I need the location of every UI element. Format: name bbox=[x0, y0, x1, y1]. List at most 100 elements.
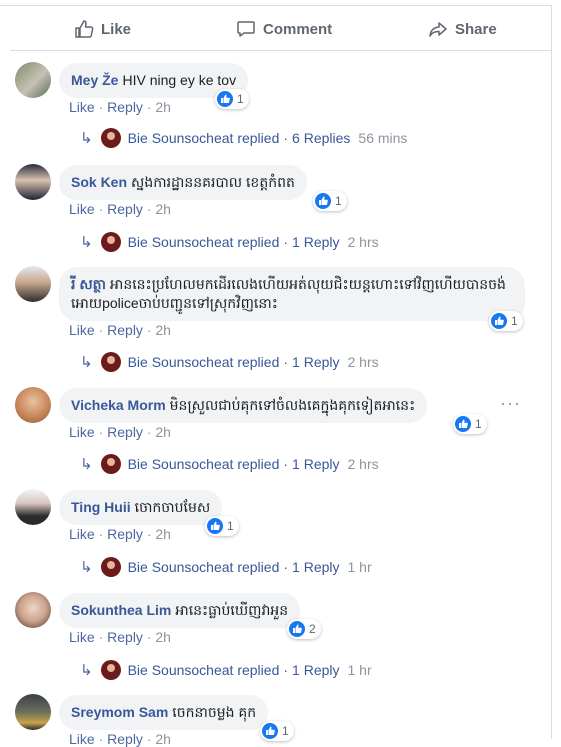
reply-count: 1 Reply bbox=[292, 456, 340, 472]
more-options-icon[interactable]: ··· bbox=[500, 393, 521, 414]
comment-author[interactable]: Vicheka Morm bbox=[71, 397, 166, 413]
avatar[interactable] bbox=[15, 694, 51, 730]
replier-avatar bbox=[100, 454, 121, 474]
avatar[interactable] bbox=[15, 62, 51, 98]
view-replies-link[interactable]: ↳ Bie Sounsocheat replied · 6 Replies 56… bbox=[80, 128, 407, 148]
avatar[interactable] bbox=[15, 266, 51, 302]
comment-meta: Like · Reply · 2h bbox=[69, 99, 171, 115]
comment-label: Comment bbox=[263, 20, 333, 38]
reaction-count[interactable]: 1 bbox=[260, 721, 294, 741]
comment-author[interactable]: Sokunthea Lim bbox=[71, 602, 171, 618]
view-replies-link[interactable]: ↳ Bie Sounsocheat replied · 1 Reply 2 hr… bbox=[80, 352, 379, 372]
comment-author[interactable]: រី សត្ថា bbox=[71, 276, 106, 292]
comment-author[interactable]: Sok Ken bbox=[71, 174, 127, 190]
reply-time: 56 mins bbox=[358, 130, 408, 146]
share-arrow-icon bbox=[429, 22, 447, 37]
comment-author[interactable]: Ting Huii bbox=[71, 499, 131, 515]
comment-text: HIV ning ey ke tov bbox=[122, 72, 237, 88]
reaction-count[interactable]: 1 bbox=[215, 89, 249, 109]
comment-text: អានេះធ្លាប់ឃើញវាអួន bbox=[175, 602, 289, 618]
reaction-count[interactable]: 1 bbox=[205, 516, 239, 536]
reaction-count[interactable]: 1 bbox=[489, 311, 523, 331]
avatar[interactable] bbox=[15, 592, 51, 628]
comment-author[interactable]: Sreymom Sam bbox=[71, 704, 168, 720]
reply-arrow-icon: ↳ bbox=[80, 456, 93, 473]
reply-arrow-icon: ↳ bbox=[80, 559, 93, 576]
like-reaction-icon bbox=[207, 518, 223, 534]
comments-panel: Like Comment Share Mey Že HIV ning ey ke … bbox=[0, 0, 561, 747]
comment-like-link[interactable]: Like bbox=[69, 322, 95, 338]
reply-time: 1 hr bbox=[347, 662, 372, 678]
comment-bubble: Sok Ken ស្នងការដ្ឋាននគរបាល ខេត្តកំពត bbox=[59, 165, 307, 200]
comment-bubble: Sreymom Sam ចេកនាចម្លង គុក bbox=[59, 695, 269, 730]
reply-count: 6 Replies bbox=[292, 130, 351, 146]
avatar[interactable] bbox=[15, 164, 51, 200]
like-reaction-icon bbox=[491, 313, 507, 329]
reply-time: 2 hrs bbox=[347, 234, 379, 250]
like-reaction-icon bbox=[217, 91, 233, 107]
comment-reply-link[interactable]: Reply bbox=[107, 424, 143, 440]
view-replies-link[interactable]: ↳ Bie Sounsocheat replied · 1 Reply 1 hr bbox=[80, 557, 372, 577]
like-button[interactable]: Like bbox=[74, 16, 131, 42]
like-reaction-icon bbox=[289, 621, 305, 637]
replier-name: Bie Sounsocheat replied bbox=[127, 559, 280, 575]
reply-count: 1 Reply bbox=[292, 662, 340, 678]
view-replies-link[interactable]: ↳ Bie Sounsocheat replied · 1 Reply 1 hr bbox=[80, 660, 372, 680]
like-reaction-icon bbox=[262, 723, 278, 739]
comment-text: ចេកនាចម្លង គុក bbox=[172, 704, 257, 720]
replier-avatar bbox=[100, 128, 121, 148]
comment-time: 2h bbox=[155, 731, 171, 747]
comment-bubble: Ting Huii ចោកចាបមែស bbox=[59, 490, 223, 525]
comment-author[interactable]: Mey Že bbox=[71, 72, 118, 88]
comment-text: ចោកចាបមែស bbox=[134, 499, 211, 515]
comment-meta: Like · Reply · 2h bbox=[69, 322, 171, 338]
comment-reply-link[interactable]: Reply bbox=[107, 629, 143, 645]
thumbs-up-icon bbox=[75, 20, 94, 38]
reply-count: 1 Reply bbox=[292, 559, 340, 575]
replier-name: Bie Sounsocheat replied bbox=[127, 662, 280, 678]
comment-like-link[interactable]: Like bbox=[69, 99, 95, 115]
comment-bubble: រី សត្ថា អាននេះប្រហែលមកដើរលេងហើយអត់លុយជិះ… bbox=[59, 267, 525, 321]
share-label: Share bbox=[455, 20, 497, 38]
like-reaction-icon bbox=[455, 416, 471, 432]
comment-reply-link[interactable]: Reply bbox=[107, 201, 143, 217]
comment-bubble: Sokunthea Lim អានេះធ្លាប់ឃើញវាអួន bbox=[59, 593, 301, 628]
reply-arrow-icon: ↳ bbox=[80, 354, 93, 371]
comment-like-link[interactable]: Like bbox=[69, 201, 95, 217]
divider bbox=[551, 5, 552, 739]
like-reaction-icon bbox=[315, 193, 331, 209]
reaction-count[interactable]: 1 bbox=[313, 191, 347, 211]
comment-reply-link[interactable]: Reply bbox=[107, 322, 143, 338]
comment-meta: Like · Reply · 2h bbox=[69, 424, 171, 440]
reaction-count[interactable]: 2 bbox=[287, 619, 321, 639]
comment-reply-link[interactable]: Reply bbox=[107, 731, 143, 747]
comment-text: អាននេះប្រហែលមកដើរលេងហើយអត់លុយជិះយន្តហោះទ… bbox=[71, 276, 506, 311]
reply-arrow-icon: ↳ bbox=[80, 662, 93, 679]
replier-name: Bie Sounsocheat replied bbox=[127, 354, 280, 370]
replier-avatar bbox=[100, 232, 121, 252]
speech-bubble-icon bbox=[237, 21, 255, 37]
comment-button[interactable]: Comment bbox=[236, 16, 332, 42]
replier-avatar bbox=[100, 660, 121, 680]
avatar[interactable] bbox=[15, 489, 51, 525]
comment-reply-link[interactable]: Reply bbox=[107, 526, 143, 542]
comment-time: 2h bbox=[155, 201, 171, 217]
view-replies-link[interactable]: ↳ Bie Sounsocheat replied · 1 Reply 2 hr… bbox=[80, 454, 379, 474]
comment-reply-link[interactable]: Reply bbox=[107, 99, 143, 115]
comment-like-link[interactable]: Like bbox=[69, 629, 95, 645]
comment-like-link[interactable]: Like bbox=[69, 526, 95, 542]
view-replies-link[interactable]: ↳ Bie Sounsocheat replied · 1 Reply 2 hr… bbox=[80, 232, 379, 252]
replier-name: Bie Sounsocheat replied bbox=[127, 130, 280, 146]
avatar[interactable] bbox=[15, 387, 51, 423]
replier-name: Bie Sounsocheat replied bbox=[127, 234, 280, 250]
replier-name: Bie Sounsocheat replied bbox=[127, 456, 280, 472]
comment-like-link[interactable]: Like bbox=[69, 731, 95, 747]
comment-like-link[interactable]: Like bbox=[69, 424, 95, 440]
comment-time: 2h bbox=[155, 424, 171, 440]
comment-bubble: Vicheka Morm មិនស្រួលជាប់គុកទៅចំលងគេក្នុង… bbox=[59, 388, 428, 423]
reply-count: 1 Reply bbox=[292, 354, 340, 370]
reply-arrow-icon: ↳ bbox=[80, 234, 93, 251]
reaction-count[interactable]: 1 bbox=[453, 414, 487, 434]
comment-meta: Like · Reply · 2h bbox=[69, 526, 171, 542]
share-button[interactable]: Share bbox=[428, 16, 497, 42]
